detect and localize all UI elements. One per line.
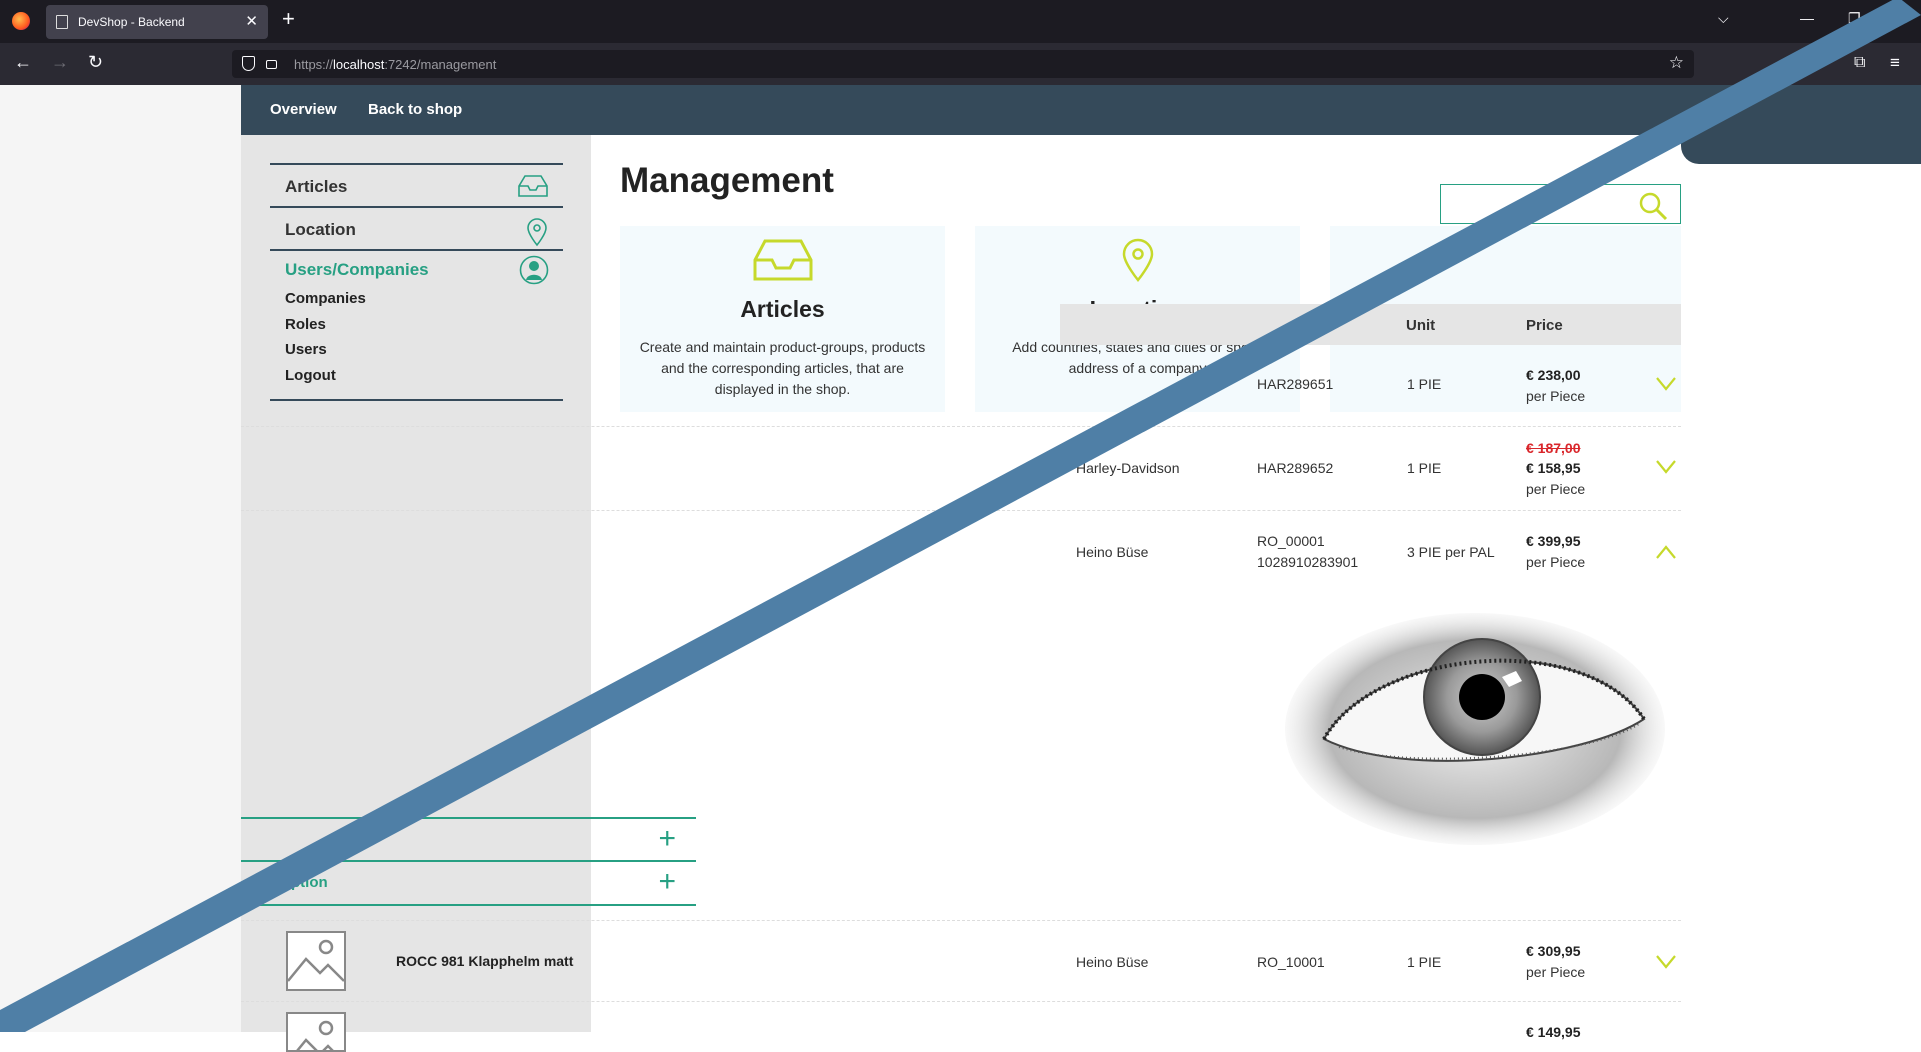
tab-devshop[interactable]: DevShop - Backend ✕: [46, 5, 268, 39]
sidebar-item-label: Users/Companies: [285, 260, 429, 279]
map-pin-icon: [527, 218, 547, 247]
chevron-down-icon[interactable]: [1656, 460, 1676, 474]
price-per: per Piece: [1526, 388, 1586, 404]
price-per: per Piece: [1526, 964, 1586, 980]
extensions-icon[interactable]: ⧉: [1854, 55, 1865, 71]
shield-icon[interactable]: [242, 56, 255, 71]
sidebar-subitem-companies[interactable]: Companies: [285, 290, 366, 307]
card-title: Articles: [740, 296, 825, 322]
close-tab-icon[interactable]: ✕: [245, 12, 258, 30]
article-number: RO_10001: [1257, 954, 1325, 970]
table-header: Unit Price: [1060, 304, 1681, 345]
menu-icon[interactable]: ≡: [1890, 54, 1900, 71]
chevron-down-icon[interactable]: [1656, 955, 1676, 969]
top-navigation: Overview Back to shop: [241, 85, 1681, 135]
header-extension: [1681, 85, 1921, 164]
supplier: Heino Büse: [1076, 954, 1149, 970]
price-per: per Piece: [1526, 481, 1586, 497]
unit: 1 PIE: [1407, 460, 1442, 476]
sidebar-item-articles[interactable]: Articles: [270, 163, 563, 206]
nav-back-to-shop-link[interactable]: Back to shop: [368, 101, 462, 118]
product-image: [1285, 613, 1665, 845]
nav-overview-link[interactable]: Overview: [270, 101, 337, 118]
old-price: € 187,00: [1526, 440, 1581, 456]
restore-icon[interactable]: ❐: [1848, 10, 1861, 27]
accordion-label: ation: [326, 831, 362, 848]
map-pin-icon: [1122, 238, 1153, 282]
chevron-up-icon[interactable]: [1656, 545, 1676, 559]
inbox-icon: [753, 239, 812, 281]
image-placeholder-icon: [296, 1020, 334, 1050]
forward-icon[interactable]: →: [51, 53, 69, 71]
accordion-divider: [241, 904, 696, 906]
product-thumbnail[interactable]: [286, 931, 346, 991]
plus-icon[interactable]: +: [658, 824, 676, 854]
unit: 1 PIE: [1407, 376, 1442, 392]
sidebar-item-users-companies[interactable]: Users/Companies: [270, 249, 563, 285]
price: € 238,00: [1526, 367, 1581, 383]
column-unit: Unit: [1406, 317, 1436, 334]
page-gutter: [0, 85, 241, 1032]
plus-icon[interactable]: +: [658, 867, 676, 897]
sidebar-divider: [270, 399, 563, 401]
unit: 1 PIE: [1407, 954, 1442, 970]
price: € 158,95: [1526, 460, 1581, 476]
sidebar-item-label: Location: [285, 220, 356, 239]
browser-navbar: ← → ↻ https://localhost:7242/management …: [0, 43, 1921, 85]
price-per: per Piece: [1526, 554, 1586, 570]
tab-list-icon[interactable]: ⌵: [1718, 10, 1729, 27]
user-icon: [519, 255, 549, 285]
url-text[interactable]: https://localhost:7242/management: [294, 57, 496, 72]
price: € 399,95: [1526, 533, 1581, 549]
reload-icon[interactable]: ↻: [88, 53, 103, 71]
accordion-item-information[interactable]: ation +: [241, 817, 696, 860]
price: € 309,95: [1526, 943, 1581, 959]
row-divider: [241, 1001, 1681, 1002]
supplier: Heino Büse: [1076, 544, 1149, 560]
search-input[interactable]: [1440, 184, 1681, 224]
minimize-icon[interactable]: —: [1800, 10, 1814, 26]
image-placeholder-icon: [288, 939, 344, 982]
card-articles[interactable]: Articles Create and maintain product-gro…: [620, 226, 945, 412]
article-number: HAR289651: [1257, 376, 1334, 392]
unit: 3 PIE per PAL: [1407, 544, 1495, 560]
back-icon[interactable]: ←: [14, 53, 32, 71]
product-thumbnail[interactable]: [286, 1012, 346, 1052]
row-divider: [241, 510, 1681, 511]
sidebar-subitem-logout[interactable]: Logout: [285, 367, 336, 384]
document-icon: [56, 15, 68, 29]
page-viewport: Overview Back to shop Articles Location …: [0, 85, 1921, 1052]
url-bar[interactable]: https://localhost:7242/management ☆: [232, 50, 1694, 78]
sidebar-subitem-roles[interactable]: Roles: [285, 316, 326, 333]
column-price: Price: [1526, 317, 1563, 334]
article-number: RO_00001: [1257, 533, 1325, 549]
new-tab-icon[interactable]: +: [282, 8, 295, 30]
supplier: Harley-Davidson: [1076, 460, 1180, 476]
card-description: Create and maintain product-groups, prod…: [639, 339, 926, 397]
chevron-down-icon[interactable]: [1656, 377, 1676, 391]
ean-number: 1028910283901: [1257, 554, 1359, 570]
sidebar-item-location[interactable]: Location: [270, 206, 563, 249]
lock-icon[interactable]: [266, 60, 277, 69]
accordion-label: ription: [281, 874, 328, 891]
row-divider: [241, 920, 1681, 921]
inbox-icon: [518, 175, 548, 197]
bookmark-star-icon[interactable]: ☆: [1669, 53, 1684, 73]
row-divider: [241, 426, 1681, 427]
search-icon[interactable]: [1638, 191, 1668, 221]
firefox-icon: [12, 12, 30, 30]
sidebar-subitem-users[interactable]: Users: [285, 341, 327, 358]
article-number: HAR289652: [1257, 460, 1334, 476]
product-name[interactable]: ROCC 981 Klapphelm matt: [396, 953, 573, 969]
page-title: Management: [620, 161, 834, 200]
accordion-item-description[interactable]: ription +: [241, 860, 696, 903]
sidebar-item-label: Articles: [285, 177, 348, 196]
browser-tabbar: DevShop - Backend ✕ + ⌵ — ❐: [0, 0, 1921, 43]
tab-title: DevShop - Backend: [78, 15, 185, 29]
price: € 149,95: [1526, 1024, 1581, 1040]
